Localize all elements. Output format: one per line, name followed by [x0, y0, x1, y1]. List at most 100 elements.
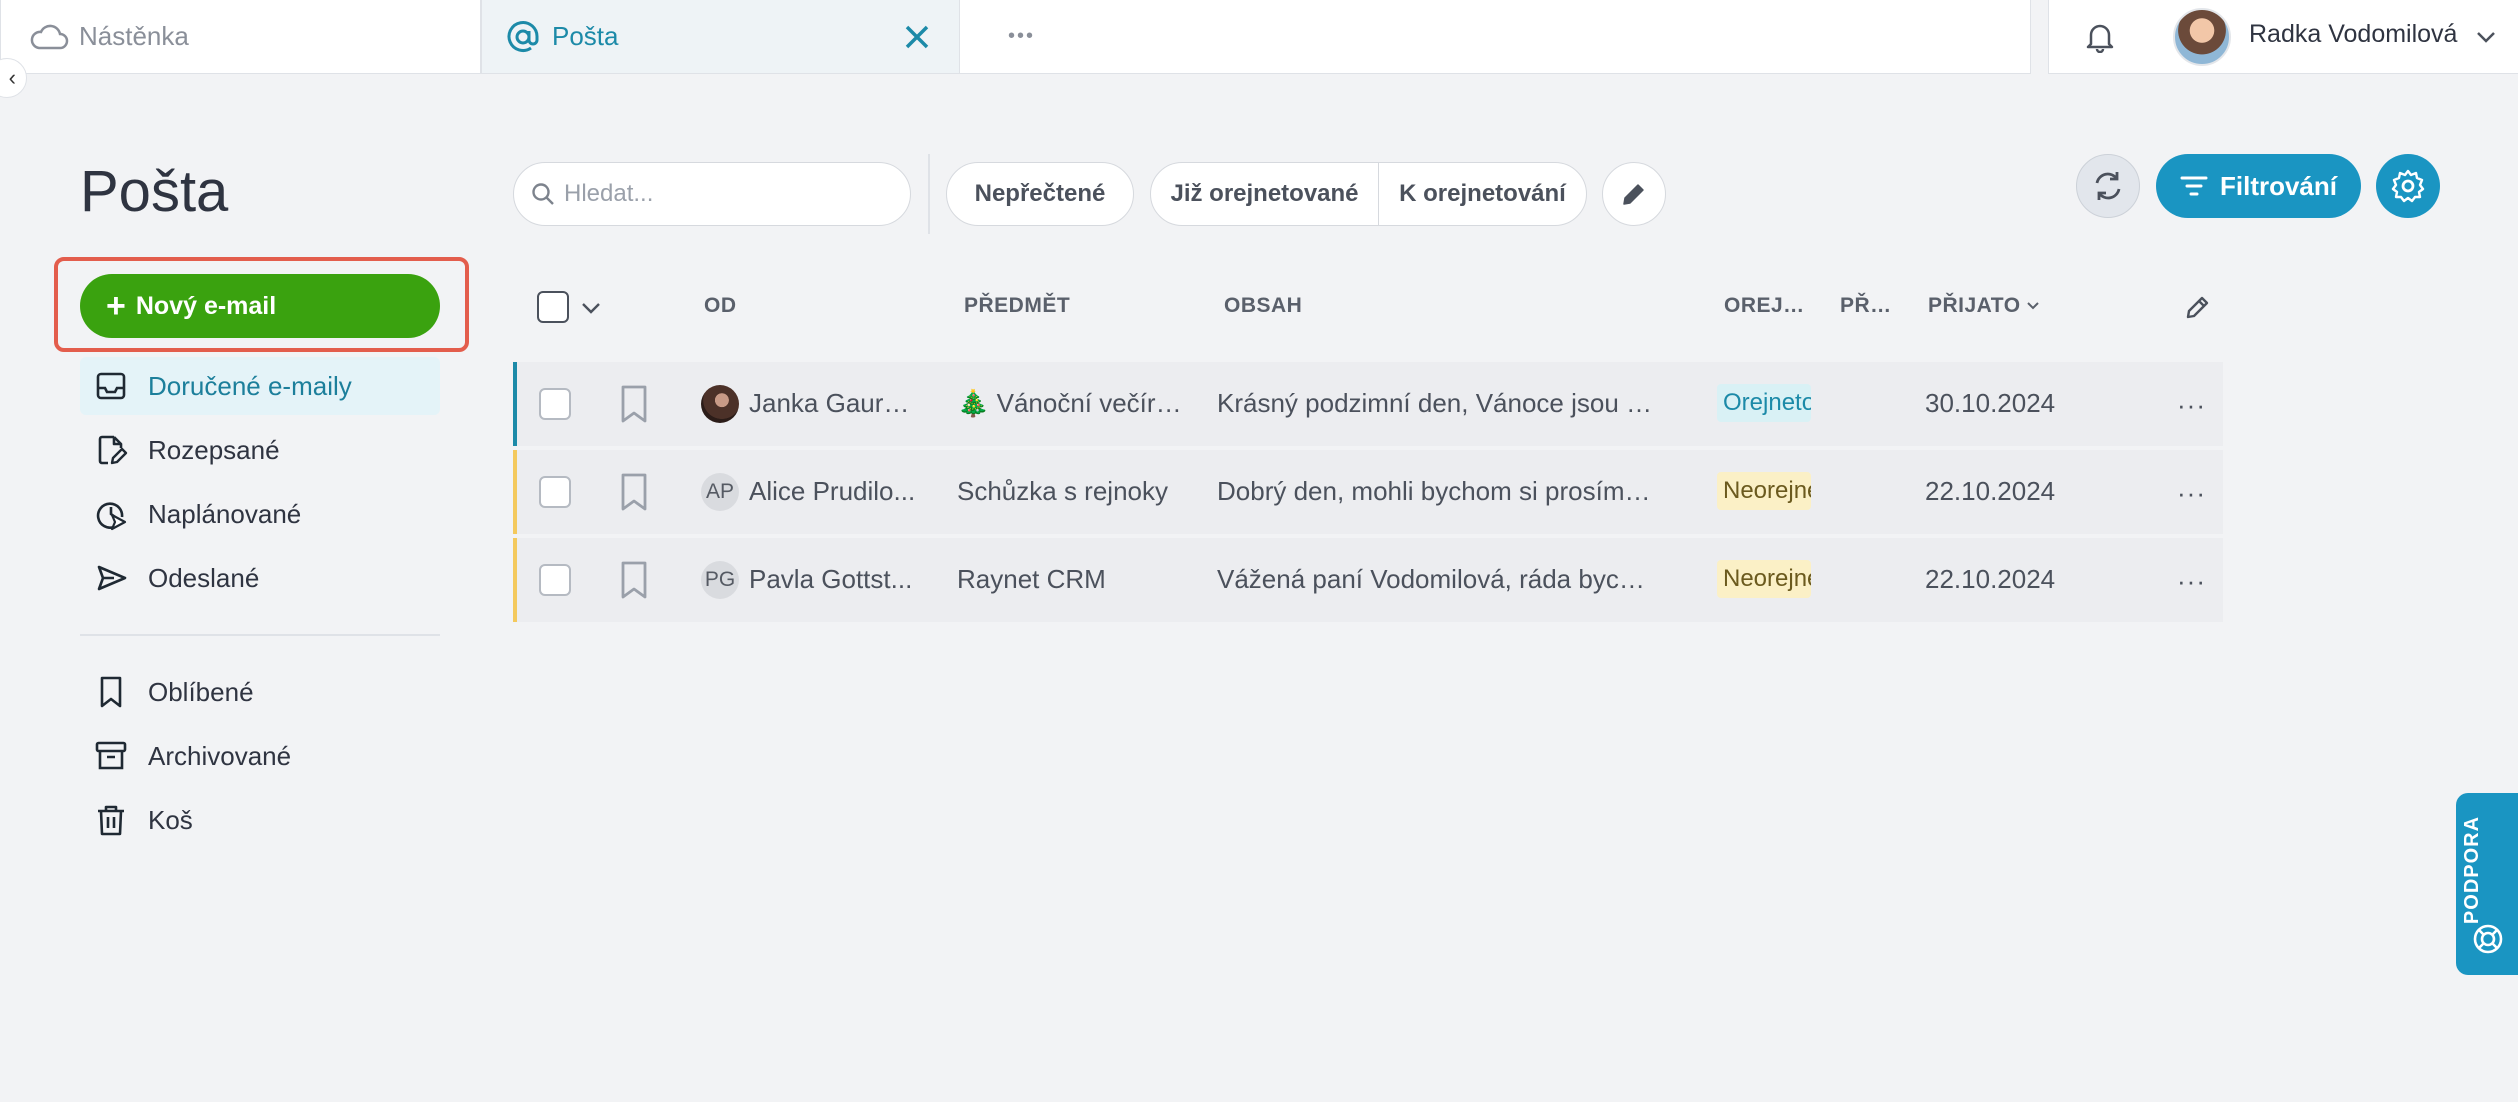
cell-received: 22.10.2024 [1925, 476, 2056, 506]
search-box[interactable] [513, 162, 911, 226]
trash-icon [98, 805, 124, 836]
cell-received: 30.10.2024 [1925, 388, 2056, 418]
toolbar-separator [928, 154, 930, 234]
support-tab[interactable]: PODPORA [2456, 793, 2518, 975]
at-icon [507, 20, 539, 52]
filter-to-route-chip[interactable]: K orejnetování [1379, 163, 1586, 225]
row-checkbox[interactable] [539, 388, 571, 420]
row-menu-button[interactable]: ··· [2177, 390, 2206, 421]
send-icon [97, 565, 127, 591]
archive-icon [95, 741, 127, 770]
column-received-label: PŘIJATO [1928, 294, 2021, 317]
sidebar-item-label: Koš [148, 804, 193, 835]
notifications-button[interactable] [2081, 18, 2119, 56]
tab-mail[interactable]: Pošta [481, 0, 960, 74]
row-menu-button[interactable]: ··· [2177, 566, 2206, 597]
cell-from: Janka Gauro... [749, 388, 919, 418]
avatar: PG [701, 561, 739, 599]
column-subject[interactable]: PŘEDMĚT [964, 294, 1070, 318]
row-menu-button[interactable]: ··· [2177, 478, 2206, 509]
filter-button[interactable]: Filtrování [2156, 154, 2361, 218]
pencil-icon[interactable] [2183, 292, 2213, 322]
pencil-icon [1623, 184, 1644, 205]
sidebar-item-trash[interactable]: Koš [80, 791, 440, 849]
gear-icon [2391, 169, 2425, 203]
table-row[interactable]: Janka Gauro... 🎄 Vánoční večíre... Krásn… [513, 362, 2223, 446]
table-header: OD PŘEDMĚT OBSAH OREJ… PŘ… PŘIJATO [513, 276, 2223, 338]
status-badge: Orejnetováno [1717, 384, 1811, 422]
sidebar-item-label: Archivované [148, 740, 292, 771]
more-tabs-icon: ••• [1008, 25, 1036, 47]
column-routed[interactable]: OREJ… [1724, 294, 1805, 318]
cell-content: Vážená paní Vodomilová, ráda bych V... [1217, 564, 1657, 594]
support-label: PODPORA [2461, 815, 2483, 925]
lifebuoy-icon [2473, 924, 2503, 954]
select-all-checkbox[interactable] [537, 291, 569, 323]
new-email-button[interactable]: + Nový e-mail [80, 274, 440, 338]
scheduled-icon [96, 502, 127, 531]
column-received[interactable]: PŘIJATO [1928, 294, 2041, 318]
edit-filters-button[interactable] [1602, 162, 1666, 226]
row-checkbox[interactable] [539, 564, 571, 596]
sidebar-divider [80, 634, 440, 636]
tab-mail-label: Pošta [552, 21, 619, 51]
search-input[interactable] [564, 180, 894, 208]
avatar: AP [701, 473, 739, 511]
table-row[interactable]: AP Alice Prudilo... Schůzka s rejnoky Do… [513, 450, 2223, 534]
tab-more[interactable]: ••• [959, 0, 2031, 74]
sidebar-item-archived[interactable]: Archivované [80, 727, 440, 785]
bell-icon [2086, 24, 2114, 53]
chevron-down-icon[interactable] [2471, 22, 2501, 52]
bookmark-icon[interactable] [617, 560, 651, 600]
sidebar-item-inbox[interactable]: Doručené e-maily [80, 357, 440, 415]
bookmark-icon [100, 676, 122, 708]
sidebar-collapse-button[interactable]: ‹ [0, 58, 27, 98]
avatar [701, 385, 739, 423]
draft-icon [98, 435, 128, 465]
bookmark-icon[interactable] [617, 472, 651, 512]
filter-unread-chip[interactable]: Nepřečtené [946, 162, 1134, 226]
user-menu[interactable]: Radka Vodomilová [2048, 0, 2518, 74]
user-avatar[interactable] [2173, 8, 2231, 66]
column-pr[interactable]: PŘ… [1840, 294, 1892, 318]
sidebar-item-label: Rozepsané [148, 434, 280, 465]
close-icon [905, 25, 929, 49]
refresh-icon [2095, 172, 2121, 200]
sidebar-item-sent[interactable]: Odeslané [80, 549, 440, 607]
column-content[interactable]: OBSAH [1224, 294, 1302, 318]
filter-routed-chip[interactable]: Již orejnetované [1151, 163, 1379, 225]
cell-received: 22.10.2024 [1925, 564, 2056, 594]
sidebar-item-label: Odeslané [148, 562, 260, 593]
settings-button[interactable] [2376, 154, 2440, 218]
bookmark-icon[interactable] [617, 384, 651, 424]
sidebar-item-scheduled[interactable]: Naplánované [80, 485, 440, 543]
close-tab-button[interactable] [897, 17, 937, 57]
filter-icon [2180, 176, 2208, 196]
top-bar: Nástěnka ‹ Pošta ••• Radka Vodomilová [0, 0, 2518, 98]
tab-dashboard[interactable]: Nástěnka ‹ [0, 0, 481, 98]
sidebar-item-label: Naplánované [148, 498, 302, 529]
table-row[interactable]: PG Pavla Gottst... Raynet CRM Vážená pan… [513, 538, 2223, 622]
plus-icon: + [106, 287, 126, 325]
cell-from: Alice Prudilo... [749, 476, 916, 506]
cell-from: Pavla Gottst... [749, 564, 913, 594]
row-checkbox[interactable] [539, 476, 571, 508]
column-from[interactable]: OD [704, 294, 737, 318]
inbox-icon [96, 372, 126, 400]
sidebar-item-favorites[interactable]: Oblíbené [80, 663, 440, 721]
status-badge: Neorejnetováno [1717, 472, 1811, 510]
page-title: Pošta [80, 159, 229, 224]
filter-button-label: Filtrování [2219, 170, 2337, 201]
cloud-icon [30, 24, 69, 49]
cell-content: Krásný podzimní den, Vánoce jsou za ... [1217, 388, 1657, 418]
new-email-label: Nový e-mail [135, 291, 277, 320]
tab-dashboard-label: Nástěnka [79, 21, 189, 51]
routing-filter-group: Již orejnetované K orejnetování [1150, 162, 1587, 226]
chevron-down-icon[interactable] [577, 294, 605, 322]
sidebar-item-drafts[interactable]: Rozepsané [80, 421, 440, 479]
cell-subject: 🎄 Vánoční večíre... [957, 388, 1182, 418]
status-badge: Neorejnetováno [1717, 560, 1811, 598]
refresh-button[interactable] [2076, 154, 2140, 218]
sidebar-item-label: Doručené e-maily [148, 370, 352, 401]
user-name[interactable]: Radka Vodomilová [2249, 20, 2457, 49]
